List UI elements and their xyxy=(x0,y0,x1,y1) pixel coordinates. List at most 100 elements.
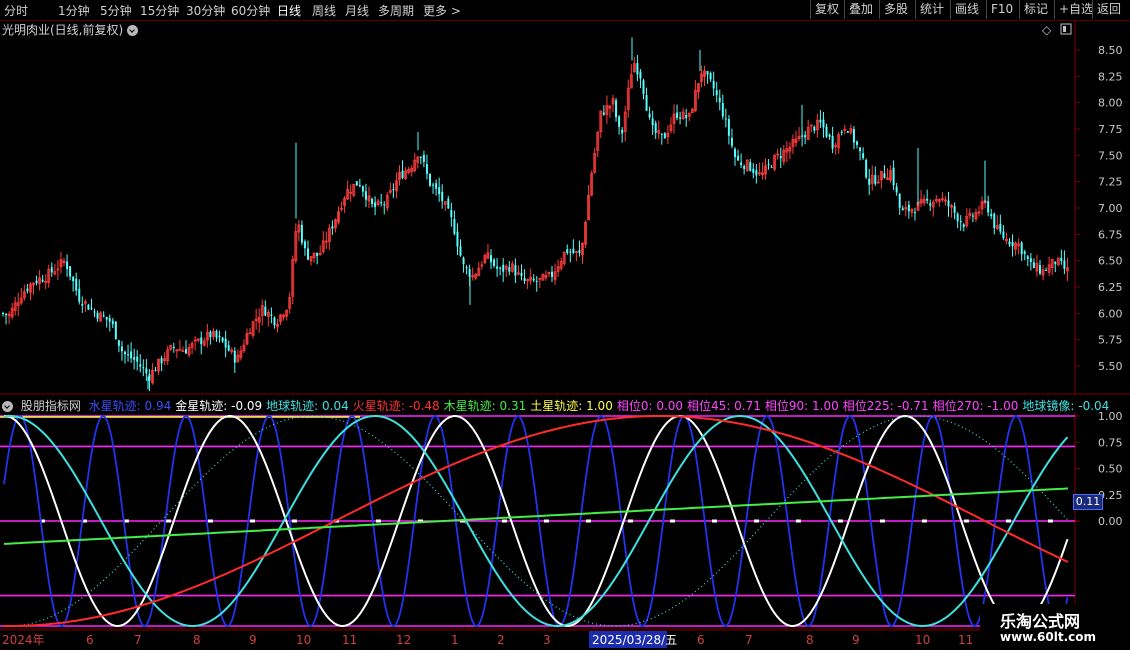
candle xyxy=(181,346,185,353)
candle xyxy=(895,182,898,196)
zero-marker xyxy=(166,519,171,523)
draw-line-button[interactable]: 画线 xyxy=(950,0,983,19)
date-label: 8 xyxy=(806,633,814,647)
candle xyxy=(7,311,11,325)
candle xyxy=(660,133,663,145)
diamond-icon[interactable]: ◇ xyxy=(1042,23,1052,37)
period-tab-weekly[interactable]: 周线 xyxy=(312,2,336,19)
candle xyxy=(388,182,392,195)
candle xyxy=(1041,264,1045,281)
indicator-chart[interactable]: 1.000.750.500.250.00 xyxy=(0,412,1130,630)
candle xyxy=(185,340,187,354)
overlay-button[interactable]: 叠加 xyxy=(844,0,877,19)
candle xyxy=(148,369,151,392)
candle xyxy=(321,231,325,254)
indicator-axis-label: 1.00 xyxy=(1098,412,1123,423)
candle xyxy=(880,170,883,189)
candle xyxy=(1011,234,1014,257)
statistics-button[interactable]: 统计 xyxy=(915,0,948,19)
candle xyxy=(715,81,718,103)
candle xyxy=(532,274,535,283)
candle xyxy=(300,220,303,246)
period-tab-15min[interactable]: 15分钟 xyxy=(140,2,179,19)
candlestick-chart[interactable]: ◇ 8.50 8.25 8.00 7.75 7.50 7.25 7.00 6.75 6.50 6.2… xyxy=(0,20,1130,395)
period-tab-more[interactable]: 更多 > xyxy=(423,2,461,19)
period-tab-multi[interactable]: 多周期 xyxy=(378,2,414,19)
date-label: 11 xyxy=(342,633,357,647)
period-tab-daily[interactable]: 日线 xyxy=(277,2,301,19)
candle xyxy=(846,130,849,134)
candle xyxy=(813,125,816,134)
legend-item: 土星轨迹: 1.00 xyxy=(530,399,613,413)
candle xyxy=(806,119,810,140)
candle xyxy=(260,299,264,326)
candle xyxy=(316,252,319,265)
watermark: 乐淘公式网 www.60lt.com xyxy=(980,604,1130,650)
back-button[interactable]: 返回 xyxy=(1092,0,1125,19)
candle xyxy=(212,327,215,340)
date-label: 6 xyxy=(86,633,94,647)
date-label: 2 xyxy=(497,633,505,647)
candle xyxy=(995,215,999,231)
mark-button[interactable]: 标记 xyxy=(1019,0,1052,19)
candle xyxy=(136,349,139,371)
candle xyxy=(1002,225,1005,241)
current-value-badge: 0.11 xyxy=(1073,494,1103,510)
legend-item: 相位270: -1.00 xyxy=(932,399,1019,413)
legend-item: 相位225: -0.71 xyxy=(842,399,929,413)
candle xyxy=(221,336,224,343)
candle xyxy=(38,269,41,291)
period-tab-1min[interactable]: 1分钟 xyxy=(58,2,90,19)
candle xyxy=(584,220,587,248)
candle xyxy=(346,180,350,200)
candle xyxy=(383,201,386,215)
candle xyxy=(142,359,145,377)
candle xyxy=(108,314,111,332)
candle xyxy=(117,339,120,353)
candle xyxy=(361,185,364,197)
candle xyxy=(81,296,84,313)
f10-button[interactable]: F10 xyxy=(986,0,1017,19)
period-tab-60min[interactable]: 60分钟 xyxy=(231,2,270,19)
candle xyxy=(581,242,584,264)
candle xyxy=(133,348,136,370)
candle xyxy=(870,165,874,191)
candle xyxy=(645,87,648,111)
restore-rights-button[interactable]: 复权 xyxy=(810,0,843,19)
candle xyxy=(297,220,301,242)
candle xyxy=(385,192,389,212)
candle xyxy=(395,172,398,199)
candle xyxy=(578,240,581,257)
candle xyxy=(804,131,807,145)
multi-stock-button[interactable]: 多股 xyxy=(879,0,912,19)
candle xyxy=(651,110,654,135)
candle xyxy=(459,239,462,257)
candle xyxy=(980,196,984,216)
candle xyxy=(904,201,908,217)
candle xyxy=(632,56,636,73)
candle xyxy=(407,166,411,175)
indicator-axis-label: 0.75 xyxy=(1098,436,1123,449)
period-tab-30min[interactable]: 30分钟 xyxy=(186,2,225,19)
candle xyxy=(706,70,709,84)
zero-marker xyxy=(754,519,759,523)
period-tab-5min[interactable]: 5分钟 xyxy=(100,2,132,19)
candle xyxy=(1005,232,1008,245)
candle xyxy=(343,195,347,214)
date-label: 1 xyxy=(451,633,459,647)
period-tab-monthly[interactable]: 月线 xyxy=(345,2,369,19)
add-favorite-button[interactable]: +自选 xyxy=(1054,0,1097,19)
candle xyxy=(1029,253,1032,271)
candle xyxy=(380,193,383,207)
candle xyxy=(892,160,895,191)
watermark-title: 乐淘公式网 xyxy=(1000,612,1081,631)
period-tab-fenshi[interactable]: 分时 xyxy=(4,2,28,19)
candle xyxy=(72,275,75,292)
candle xyxy=(621,127,624,143)
candle xyxy=(541,273,545,281)
candle xyxy=(130,342,133,363)
candle xyxy=(1026,254,1029,267)
zero-marker xyxy=(376,519,381,523)
candle xyxy=(815,113,819,138)
chevron-down-icon[interactable] xyxy=(2,401,13,412)
